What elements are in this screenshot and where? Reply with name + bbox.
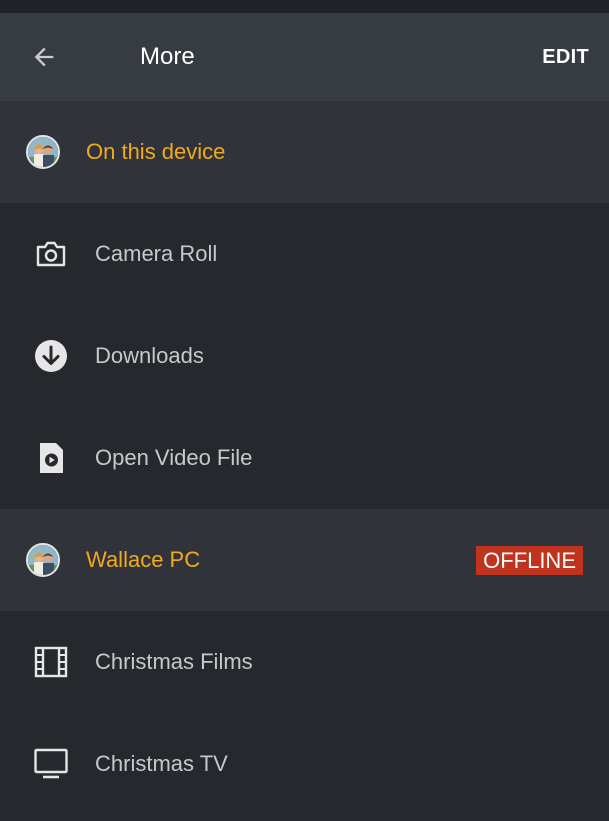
list-item-downloads[interactable]: Downloads xyxy=(0,305,609,407)
section-title: Wallace PC xyxy=(86,547,201,572)
section-header-device[interactable]: On this device xyxy=(0,101,609,203)
section-title: On this device xyxy=(86,139,226,164)
arrow-left-icon xyxy=(34,47,54,67)
list-item-camera-roll[interactable]: Camera Roll xyxy=(0,203,609,305)
page-title: More xyxy=(140,43,195,70)
download-icon xyxy=(35,340,67,372)
list-item-label: Open Video File xyxy=(95,445,253,470)
list-item-christmas-tv[interactable]: Christmas TV xyxy=(0,713,609,815)
list-item-label: Downloads xyxy=(95,343,204,368)
list-item-open-video-file[interactable]: Open Video File xyxy=(0,407,609,509)
list-item-label: Camera Roll xyxy=(95,241,218,266)
avatar xyxy=(26,135,60,169)
avatar xyxy=(26,543,60,577)
list-item-christmas-films[interactable]: Christmas Films xyxy=(0,611,609,713)
section-header-wallace-pc[interactable]: Wallace PC OFFLINE xyxy=(0,509,609,611)
camera-icon xyxy=(36,241,66,267)
video-file-icon xyxy=(40,443,63,473)
edit-button[interactable]: EDIT xyxy=(542,46,589,69)
back-button[interactable] xyxy=(0,13,88,101)
list-item-label: Christmas Films xyxy=(95,649,253,674)
tv-icon xyxy=(34,748,68,779)
list-item-label: Christmas TV xyxy=(95,751,228,776)
app-bar: More EDIT xyxy=(0,13,609,101)
status-badge: OFFLINE xyxy=(476,545,583,575)
status-bar xyxy=(0,0,609,13)
film-icon xyxy=(34,646,68,678)
